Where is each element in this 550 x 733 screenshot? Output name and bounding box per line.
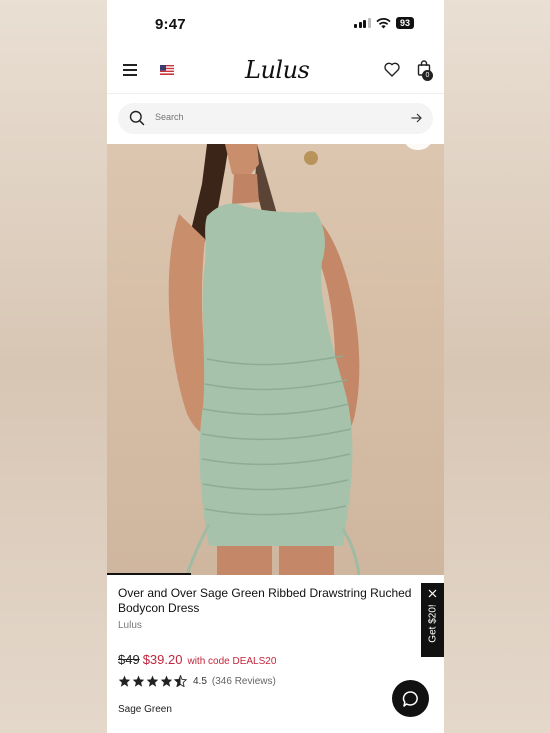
blurred-background-right <box>444 0 550 733</box>
status-time: 9:47 <box>155 16 186 33</box>
wishlist-heart-icon[interactable] <box>384 62 400 77</box>
hamburger-menu-icon[interactable] <box>123 64 137 76</box>
top-nav: Lulus 0 <box>107 48 444 94</box>
search-icon <box>129 110 145 126</box>
get-20-promo-tab[interactable]: Get $20! <box>421 583 444 657</box>
search-section <box>107 94 444 143</box>
product-title: Over and Over Sage Green Ribbed Drawstri… <box>118 586 412 615</box>
star-icon <box>132 675 145 687</box>
original-price: $49 <box>118 652 140 667</box>
reviews-link[interactable]: (346 Reviews) <box>212 676 276 687</box>
phone-screen: 9:47 93 Lulus 0 Search Over and Over Sag… <box>107 0 444 733</box>
half-star-icon <box>174 675 187 687</box>
chat-bubble-icon <box>402 690 418 707</box>
wifi-icon <box>376 17 391 28</box>
chat-support-button[interactable] <box>392 680 429 717</box>
rating-value: 4.5 <box>193 675 207 687</box>
us-flag-icon[interactable] <box>160 65 174 75</box>
product-brand[interactable]: Lulus <box>118 620 433 631</box>
star-icon <box>118 675 131 687</box>
get-20-label: Get $20! <box>427 604 439 643</box>
price-row: $49 $39.20 with code DEALS20 <box>118 652 433 667</box>
star-icon <box>160 675 173 687</box>
search-bar[interactable] <box>118 103 433 134</box>
arrow-right-icon[interactable] <box>411 113 422 123</box>
battery-indicator: 93 <box>395 17 414 29</box>
status-bar: 9:47 93 <box>107 0 444 48</box>
dress-photo <box>168 144 361 575</box>
lulus-logo[interactable]: Lulus <box>245 56 310 84</box>
star-icon <box>146 675 159 687</box>
blurred-background-left <box>0 0 107 733</box>
rating-stars <box>118 675 187 687</box>
status-icons: 93 <box>354 17 414 29</box>
bag-count-badge: 0 <box>422 70 433 81</box>
promo-code-text: with code DEALS20 <box>187 656 277 667</box>
sale-price: $39.20 <box>142 652 183 667</box>
color-name: Sage Green <box>118 704 172 715</box>
rating-row[interactable]: 4.5 (346 Reviews) <box>118 675 433 687</box>
search-input[interactable] <box>155 112 375 122</box>
product-image[interactable] <box>107 144 444 575</box>
cellular-signal-icon <box>354 18 371 28</box>
